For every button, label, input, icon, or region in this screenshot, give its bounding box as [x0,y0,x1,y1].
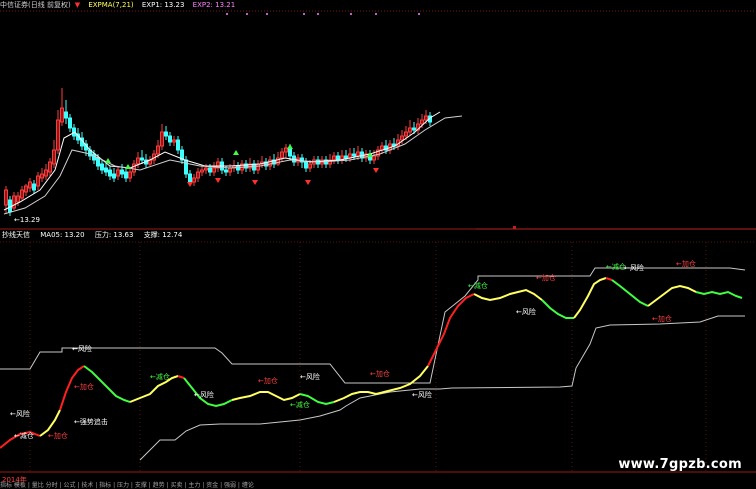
low-price-label: ←13.29 [14,216,40,224]
candle-body [124,171,128,179]
signal-annotation: ←加仓 [74,383,94,391]
candle-body [300,157,304,163]
signal-annotation: ←减仓 [150,373,170,381]
signal-annotation: ←加仓 [652,315,672,323]
candle-body [188,173,192,183]
up-arrow-icon [287,144,293,149]
trend-segment [231,391,301,402]
trend-curve [0,277,743,449]
candle-body [68,117,72,129]
signal-annotation: ←加仓 [258,377,278,385]
candle-body [108,169,112,177]
candle-body [164,131,168,137]
trend-segment [605,277,613,281]
sub-panel-ma: MA05: 13.20 [40,231,85,239]
signal-annotation: ←风险 [412,391,432,399]
trend-segment [573,277,607,319]
candle-body [304,161,308,169]
trend-segment [177,375,185,379]
down-arrow-icon [305,180,311,185]
trend-segment [427,293,475,367]
trend-segment [611,279,649,307]
trend-segment [647,284,697,307]
candle-body [112,173,116,179]
candle-body [344,155,348,159]
down-arrow-icon [373,168,379,173]
signal-annotation: ←风险 [300,373,320,381]
pressure-line [0,267,746,384]
candle-body [140,157,144,161]
trend-segment [541,299,574,319]
down-arrow-icon [187,182,193,187]
candle-body [100,163,104,171]
candle-body [64,111,68,119]
candle-body [104,167,108,173]
up-arrow-icon [125,164,131,169]
candle-body [208,167,212,173]
candle-body [176,139,180,151]
candle-body [352,153,356,157]
down-arrow-icon [252,180,258,185]
top-markers [226,13,420,15]
watermark: www.7gpzb.com [618,457,742,472]
sub-panel-pressure: 压力: 13.63 [94,231,134,239]
sub-panel-name[interactable]: 抄线天信 [2,231,30,239]
signal-annotation: ←加仓 [536,274,556,282]
signal-annotation: ←风险 [624,264,644,272]
signal-annotation: ←减仓 [468,282,488,290]
signal-annotation: ←风险 [72,345,92,353]
candle-body [288,147,292,157]
chart-canvas[interactable] [0,0,756,487]
signal-annotation: ←减仓 [606,263,626,271]
up-arrow-icon [105,158,111,163]
up-arrow-icon [233,150,239,155]
trend-segment [473,288,543,302]
signal-annotation: ←风险 [516,308,536,316]
signal-annotation: ←加仓 [370,370,390,378]
signal-annotation: ←强势追击 [74,418,108,426]
signal-annotation: ←减仓 [290,401,310,409]
trend-segment [695,290,743,299]
signal-annotation: ←减仓 [14,432,34,440]
candle-body [96,157,100,167]
signal-annotation: ←加仓 [676,260,696,268]
candle-body [184,159,188,175]
candle-body [120,169,124,175]
sub-panel-support: 支撑: 12.74 [143,231,183,239]
candle-body [32,183,36,191]
signal-annotation: ←加仓 [48,432,68,440]
sub-panel-header: 抄线天信 MA05: 13.20 压力: 13.63 支撑: 12.74 [2,231,190,240]
candlestick-series [4,88,432,216]
candle-body [168,135,172,143]
signal-annotation: ←风险 [10,410,30,418]
candle-body [412,127,416,131]
signal-annotation: ←风险 [194,391,214,399]
candle-body [224,169,228,173]
bottom-tabs[interactable]: 指标 模板 | 量比 分时 | 公式 | 技术 | 指标 | 压力 | 支撑 |… [0,480,254,489]
down-arrow-icon [215,178,221,183]
candle-body [336,155,340,161]
